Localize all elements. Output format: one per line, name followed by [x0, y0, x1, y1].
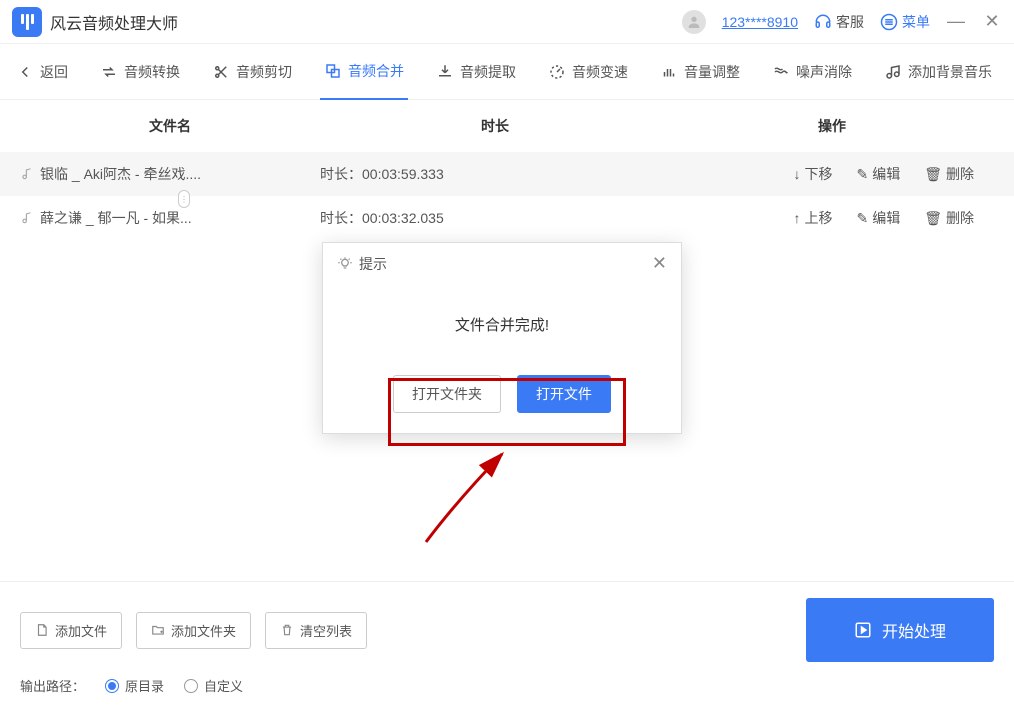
edit-button[interactable]: ✎编辑 — [856, 164, 900, 184]
file-duration: 00:03:59.333 — [362, 166, 444, 182]
tab-speed-label: 音频变速 — [572, 62, 628, 82]
start-process-button[interactable]: 开始处理 — [806, 598, 994, 662]
tab-speed[interactable]: 音频变速 — [544, 44, 632, 100]
tab-volume-label: 音量调整 — [684, 62, 740, 82]
dialog-title: 提示 — [359, 254, 387, 274]
support-link[interactable]: 客服 — [814, 12, 864, 32]
tab-noise-label: 噪声消除 — [796, 62, 852, 82]
arrow-up-icon: ↑ — [793, 210, 800, 226]
col-header-duration: 时长 — [320, 116, 670, 136]
back-button[interactable]: 返回 — [12, 44, 72, 100]
menu-button[interactable]: 菜单 — [880, 12, 930, 32]
table-header: 文件名 时长 操作 — [0, 100, 1014, 152]
trash-icon: 🗑 — [924, 210, 942, 227]
folder-icon — [151, 623, 165, 637]
tab-bgm[interactable]: 添加背景音乐 — [880, 44, 996, 100]
dialog-message: 文件合并完成! — [343, 314, 661, 335]
close-button[interactable]: ✕ — [982, 11, 1002, 32]
tab-bgm-label: 添加背景音乐 — [908, 62, 992, 82]
open-folder-button[interactable]: 打开文件夹 — [393, 375, 501, 413]
tab-volume[interactable]: 音量调整 — [656, 44, 744, 100]
user-id-link[interactable]: 123****8910 — [722, 14, 798, 30]
radio-icon — [105, 679, 119, 693]
tab-convert-label: 音频转换 — [124, 62, 180, 82]
tab-extract-label: 音频提取 — [460, 62, 516, 82]
app-logo — [12, 7, 42, 37]
tab-cut-label: 音频剪切 — [236, 62, 292, 82]
bottom-bar: 添加文件 添加文件夹 清空列表 开始处理 输出路径： 原目录 自定义 — [0, 581, 1014, 711]
music-icon — [20, 167, 34, 181]
col-header-name: 文件名 — [20, 116, 320, 136]
trash-icon: 🗑 — [924, 166, 942, 183]
arrow-down-icon: ↓ — [793, 166, 800, 182]
avatar-icon[interactable] — [682, 10, 706, 34]
file-name: 薛之谦 _ 郁一凡 - 如果... — [40, 208, 192, 228]
play-icon — [854, 621, 872, 639]
output-path-label: 输出路径： — [20, 676, 85, 695]
app-title: 风云音频处理大师 — [50, 10, 178, 34]
back-label: 返回 — [40, 62, 68, 82]
file-icon — [35, 623, 49, 637]
radio-custom[interactable]: 自定义 — [184, 676, 243, 695]
col-header-ops: 操作 — [670, 116, 994, 136]
move-down-button[interactable]: ↓下移 — [793, 164, 832, 184]
minimize-button[interactable]: — — [946, 11, 966, 32]
move-up-button[interactable]: ↑上移 — [793, 208, 832, 228]
dialog-close-button[interactable]: ✕ — [652, 253, 667, 274]
tab-extract[interactable]: 音频提取 — [432, 44, 520, 100]
clear-list-button[interactable]: 清空列表 — [265, 612, 367, 649]
menu-label: 菜单 — [902, 12, 930, 32]
table-row[interactable]: 银临 _ Aki阿杰 - 牵丝戏.... 时长：00:03:59.333 ↓下移… — [0, 152, 1014, 196]
annotation-arrow — [416, 442, 536, 552]
add-file-button[interactable]: 添加文件 — [20, 612, 122, 649]
add-folder-button[interactable]: 添加文件夹 — [136, 612, 251, 649]
support-label: 客服 — [836, 12, 864, 32]
file-name: 银临 _ Aki阿杰 - 牵丝戏.... — [40, 164, 201, 184]
delete-button[interactable]: 🗑删除 — [924, 208, 974, 228]
open-file-button[interactable]: 打开文件 — [517, 375, 611, 413]
dialog: 提示 ✕ 文件合并完成! 打开文件夹 打开文件 — [322, 242, 682, 434]
tab-convert[interactable]: 音频转换 — [96, 44, 184, 100]
tab-cut[interactable]: 音频剪切 — [208, 44, 296, 100]
radio-original-dir[interactable]: 原目录 — [105, 676, 164, 695]
titlebar: 风云音频处理大师 123****8910 客服 菜单 — ✕ — [0, 0, 1014, 44]
tab-noise[interactable]: 噪声消除 — [768, 44, 856, 100]
file-duration: 00:03:32.035 — [362, 210, 444, 226]
toolbar: 返回 音频转换 音频剪切 音频合并 音频提取 音频变速 音量调整 噪声消除 添加… — [0, 44, 1014, 100]
pencil-icon: ✎ — [856, 166, 868, 183]
trash-icon — [280, 623, 294, 637]
table-row[interactable]: 薛之谦 _ 郁一凡 - 如果... 时长：00:03:32.035 ↑上移 ✎编… — [0, 196, 1014, 240]
lightbulb-icon — [337, 256, 353, 272]
delete-button[interactable]: 🗑删除 — [924, 164, 974, 184]
tab-merge[interactable]: 音频合并 — [320, 44, 408, 100]
edit-button[interactable]: ✎编辑 — [856, 208, 900, 228]
tab-merge-label: 音频合并 — [348, 61, 404, 81]
radio-icon — [184, 679, 198, 693]
pencil-icon: ✎ — [856, 210, 868, 227]
music-icon — [20, 211, 34, 225]
